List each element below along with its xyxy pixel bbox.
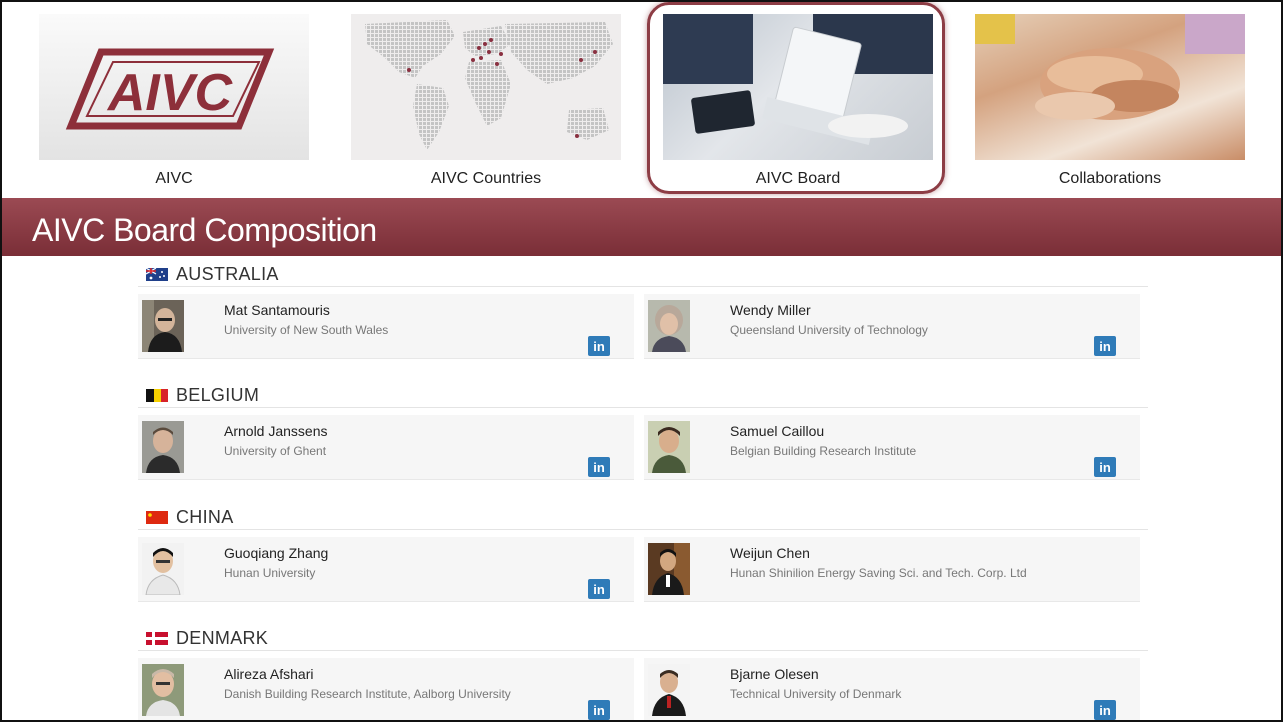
member-organization: Queensland University of Technology <box>730 323 928 337</box>
member-avatar <box>142 543 184 595</box>
member-avatar <box>648 421 690 473</box>
member-avatar <box>142 421 184 473</box>
country-header: BELGIUM <box>138 383 1148 408</box>
denmark-flag-icon <box>146 632 168 645</box>
australia-flag-icon <box>146 268 168 281</box>
member-card: Wendy Miller Queensland University of Te… <box>644 294 1140 359</box>
member-organization: University of Ghent <box>224 444 327 458</box>
member-avatar <box>142 300 184 352</box>
member-organization: Hunan Shinilion Energy Saving Sci. and T… <box>730 566 1027 580</box>
member-card: Samuel Caillou Belgian Building Research… <box>644 415 1140 480</box>
world-map-icon <box>365 20 613 150</box>
board-meeting-image <box>663 14 933 160</box>
member-name: Bjarne Olesen <box>730 666 819 682</box>
linkedin-icon[interactable]: in <box>1094 700 1116 720</box>
country-name: DENMARK <box>176 628 269 648</box>
member-avatar <box>648 300 690 352</box>
member-name: Alireza Afshari <box>224 666 314 682</box>
member-organization: Belgian Building Research Institute <box>730 444 917 458</box>
country-header: AUSTRALIA <box>138 262 1148 287</box>
linkedin-icon[interactable]: in <box>588 579 610 599</box>
member-name: Weijun Chen <box>730 545 810 561</box>
member-name: Samuel Caillou <box>730 423 825 439</box>
member-card: Alireza Afshari Danish Building Research… <box>138 658 634 720</box>
member-name: Mat Santamouris <box>224 302 330 318</box>
member-card: Weijun Chen Hunan Shinilion Energy Savin… <box>644 537 1140 602</box>
linkedin-icon[interactable]: in <box>1094 336 1116 356</box>
svg-text:AIVC: AIVC <box>106 64 234 122</box>
member-card: Arnold Janssens University of Ghent in <box>138 415 634 480</box>
member-avatar <box>648 543 690 595</box>
member-card: Bjarne Olesen Technical University of De… <box>644 658 1140 720</box>
linkedin-icon[interactable]: in <box>588 336 610 356</box>
member-organization: Danish Building Research Institute, Aalb… <box>224 687 511 701</box>
linkedin-icon[interactable]: in <box>1094 457 1116 477</box>
page-banner: AIVC Board Composition <box>2 198 1281 256</box>
member-name: Wendy Miller <box>730 302 811 318</box>
collaboration-hands-image <box>975 14 1245 160</box>
member-organization: University of New South Wales <box>224 323 389 337</box>
china-flag-icon <box>146 511 168 524</box>
nav-label-collaborations: Collaborations <box>1058 170 1162 187</box>
nav-label-aivc: AIVC <box>155 170 193 187</box>
page-title: AIVC Board Composition <box>32 212 377 248</box>
belgium-flag-icon <box>146 389 168 402</box>
country-header: DENMARK <box>138 626 1148 651</box>
member-name: Arnold Janssens <box>224 423 328 439</box>
country-header: CHINA <box>138 505 1148 530</box>
section-nav: AIVC AIVC AIVC Countries AIVC Board Coll… <box>2 2 1281 198</box>
aivc-logo: AIVC <box>65 48 275 130</box>
member-card: Mat Santamouris University of New South … <box>138 294 634 359</box>
world-map-image <box>351 14 621 160</box>
linkedin-icon[interactable]: in <box>588 700 610 720</box>
nav-label-aivc-countries: AIVC Countries <box>430 170 542 187</box>
member-card: Guoqiang Zhang Hunan University in <box>138 537 634 602</box>
board-meeting-photo <box>663 14 933 145</box>
member-avatar <box>648 664 690 716</box>
country-name: BELGIUM <box>176 385 260 405</box>
member-avatar <box>142 664 184 716</box>
country-name: CHINA <box>176 507 234 527</box>
page-frame: AIVC AIVC AIVC Countries AIVC Board Coll… <box>0 0 1283 722</box>
nav-label-aivc-board: AIVC Board <box>755 170 841 187</box>
country-name: AUSTRALIA <box>176 264 279 284</box>
member-organization: Hunan University <box>224 566 316 580</box>
linkedin-icon[interactable]: in <box>588 457 610 477</box>
aivc-logo-image: AIVC <box>39 14 309 160</box>
stacked-hands-photo <box>975 14 1245 120</box>
member-name: Guoqiang Zhang <box>224 545 329 561</box>
member-organization: Technical University of Denmark <box>730 687 902 701</box>
